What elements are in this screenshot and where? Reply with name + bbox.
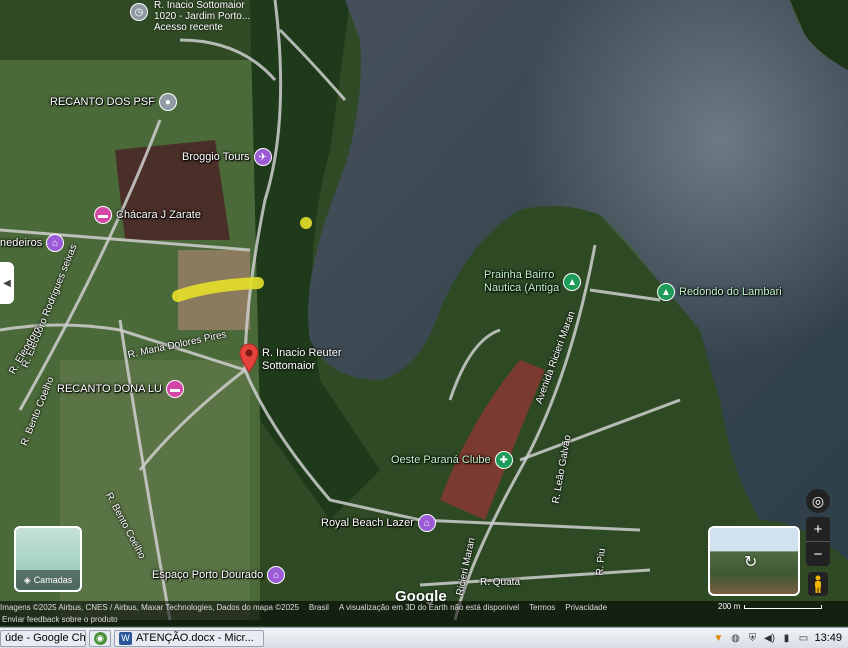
arrow-icon[interactable]: ▼ — [712, 632, 724, 644]
lodging-icon: ▬ — [94, 206, 112, 224]
layers-label: Camadas — [33, 575, 73, 585]
place-espaco-porto-dourado[interactable]: Espaço Porto Dourado ⌂ — [152, 566, 286, 584]
battery-icon[interactable]: ▮ — [780, 632, 792, 644]
network-icon[interactable]: ◍ — [729, 632, 741, 644]
place-marker-icon: ● — [158, 93, 177, 111]
taskbar: úde - Google Ch... ◉ W ATENÇÃO.docx - Mi… — [0, 627, 848, 648]
shop-icon: ⌂ — [417, 514, 436, 532]
word-icon: W — [119, 631, 132, 645]
place-label: Chácara J Zarate — [116, 209, 201, 221]
volume-icon[interactable]: ◀) — [763, 632, 775, 644]
shop-icon: ⌂ — [46, 234, 65, 252]
system-tray: ▼ ◍ ⛨ ◀) ▮ ▭ 13:49 — [712, 632, 848, 644]
collapse-panel-button[interactable]: ◀ — [0, 262, 14, 304]
sports-icon: ✚ — [494, 451, 513, 469]
place-label: Espaço Porto Dourado — [152, 569, 264, 581]
zoom-in-button[interactable]: + — [806, 517, 830, 541]
place-medeiros[interactable]: nedeiros ⌂ — [0, 234, 65, 252]
place-label: Prainha Bairro Nautica (Antiga — [484, 269, 560, 294]
my-location-button[interactable]: ◎ — [806, 489, 830, 513]
shield-icon[interactable]: ⛨ — [746, 632, 758, 644]
minus-icon: − — [813, 545, 823, 563]
taskbar-word-label: ATENÇÃO.docx - Micr... — [136, 632, 254, 644]
recent-line-2: 1020 - Jardim Porto... — [154, 11, 251, 22]
recent-line-1: R. Inacio Sottomaior — [154, 0, 245, 11]
map-view[interactable]: ◷ R. Inacio Sottomaior 1020 - Jardim Por… — [0, 0, 848, 627]
place-label: Royal Beach Lazer — [321, 517, 414, 529]
taskbar-chrome-button[interactable]: úde - Google Ch... — [0, 629, 86, 647]
scale-bar[interactable]: 200 m — [718, 602, 823, 611]
chat-icon[interactable]: ▭ — [797, 632, 809, 644]
3d-unavailable-text: A visualização em 3D do Earth não está d… — [338, 602, 520, 612]
terms-link[interactable]: Termos — [529, 603, 555, 612]
travel-agency-icon: ✈ — [253, 148, 272, 166]
street-label: R. Piu — [594, 547, 608, 576]
pegman-button[interactable] — [808, 572, 828, 596]
place-recanto-dona-lu[interactable]: RECANTO DONA LU ▬ — [57, 380, 184, 398]
place-label: nedeiros — [0, 237, 43, 249]
place-chacara-zarate[interactable]: ▬ Chácara J Zarate — [94, 206, 201, 224]
clock[interactable]: 13:49 — [814, 632, 842, 644]
place-prainha[interactable]: Prainha Bairro Nautica (Antiga ▲ — [484, 269, 582, 295]
chrome-icon: ◉ — [93, 631, 107, 645]
place-label: Broggio Tours — [182, 151, 250, 163]
privacy-link[interactable]: Privacidade — [565, 603, 607, 612]
scale-bar-line — [744, 604, 823, 609]
attribution-text: Imagens ©2025 Airbus, CNES / Airbus, Max… — [0, 602, 299, 612]
zoom-out-button[interactable]: − — [806, 541, 830, 566]
selected-location-pin-icon[interactable] — [239, 343, 259, 373]
place-label: Redondo do Lambari — [679, 286, 782, 298]
place-oeste-parana-clube[interactable]: Oeste Paraná Clube ✚ — [391, 451, 513, 469]
feedback-link[interactable]: Enviar feedback sobre o produto — [0, 613, 848, 626]
recent-place[interactable]: ◷ R. Inacio Sottomaior 1020 - Jardim Por… — [130, 0, 250, 33]
place-royal-beach[interactable]: Royal Beach Lazer ⌂ — [321, 514, 436, 532]
pegman-icon — [815, 575, 821, 593]
street-label: R. Quata — [480, 577, 521, 588]
rotate-icon: ↻ — [744, 554, 758, 571]
park-icon: ▲ — [563, 273, 582, 291]
place-redondo-lambari[interactable]: ▲ Redondo do Lambari — [657, 283, 782, 301]
taskbar-chrome-label: úde - Google Ch... — [5, 632, 86, 644]
chevron-left-icon: ◀ — [3, 277, 11, 289]
park-icon: ▲ — [657, 283, 675, 301]
place-broggio-tours[interactable]: Broggio Tours ✈ — [182, 148, 272, 166]
selected-location-label: R. Inacio Reuter Sottomaior — [262, 347, 342, 372]
country-link[interactable]: Brasil — [309, 603, 329, 612]
layers-button[interactable]: ◈ Camadas — [14, 526, 82, 592]
place-recanto-psf[interactable]: RECANTO DOS PSF ● — [50, 93, 177, 111]
place-label: Oeste Paraná Clube — [391, 454, 491, 466]
layers-icon: ◈ — [23, 574, 31, 585]
history-icon: ◷ — [130, 3, 148, 21]
taskbar-word-button[interactable]: W ATENÇÃO.docx - Micr... — [114, 629, 264, 647]
recent-line-3: Acesso recente — [154, 22, 223, 33]
lodging-icon: ▬ — [165, 380, 184, 398]
street-view-preview[interactable]: ↻ — [708, 526, 800, 596]
shop-icon: ⌂ — [267, 566, 286, 584]
scale-label: 200 m — [718, 602, 741, 611]
place-label: RECANTO DOS PSF — [50, 96, 155, 108]
taskbar-chrome-icon-button[interactable]: ◉ — [89, 629, 111, 647]
place-label: RECANTO DONA LU — [57, 383, 162, 395]
plus-icon: + — [813, 520, 823, 538]
crosshair-icon: ◎ — [811, 492, 825, 509]
